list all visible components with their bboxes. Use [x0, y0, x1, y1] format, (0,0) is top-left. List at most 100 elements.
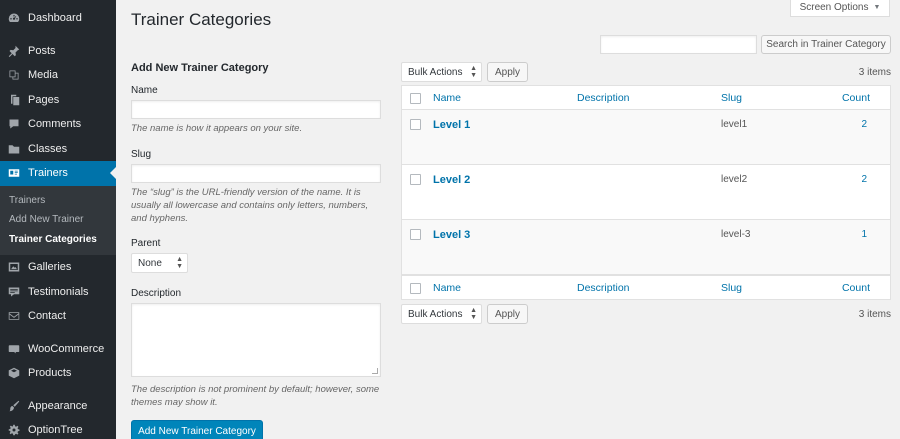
menu-label: Comments	[28, 118, 82, 131]
category-name-link[interactable]: Level 3	[433, 229, 470, 241]
menu-item-testimonials[interactable]: Testimonials	[0, 280, 116, 305]
menu-item-products[interactable]: Products	[0, 361, 116, 386]
menu-item-posts[interactable]: Posts	[0, 39, 116, 64]
menu-item-appearance[interactable]: Appearance	[0, 394, 116, 419]
menu-item-pages[interactable]: Pages	[0, 88, 116, 113]
parent-select[interactable]: None ▲ ▼	[131, 253, 188, 273]
menu-label: Trainers	[28, 167, 68, 180]
menu-item-dashboard[interactable]: Dashboard	[0, 6, 116, 31]
caret-down-icon: ▼	[873, 4, 881, 11]
pages-icon	[7, 93, 21, 107]
category-count-link[interactable]: 2	[861, 119, 867, 130]
column-count-footer[interactable]: Count	[842, 282, 870, 294]
menu-item-comments[interactable]: Comments	[0, 112, 116, 137]
tablenav-top: Bulk Actions ▲ ▼ Apply 3 items	[401, 62, 891, 82]
screen-options-button[interactable]: Screen Options ▼	[790, 0, 890, 17]
submenu-item-trainer-categories[interactable]: Trainer Categories	[0, 230, 116, 250]
gallery-icon	[7, 260, 21, 274]
pushpin-icon	[7, 44, 21, 58]
menu-label: OptionTree	[28, 424, 83, 437]
row-checkbox[interactable]	[410, 119, 421, 130]
bulk-actions-value: Bulk Actions	[408, 308, 463, 320]
row-checkbox[interactable]	[410, 174, 421, 185]
select-arrows-icon: ▲ ▼	[470, 65, 477, 79]
menu-label: Contact	[28, 310, 66, 323]
add-category-form: Add New Trainer Category Name The name i…	[131, 62, 381, 439]
table-header-row: Name Description Slug Count	[402, 86, 890, 110]
select-all-checkbox[interactable]	[410, 93, 421, 104]
apply-button[interactable]: Apply	[487, 304, 528, 324]
name-label: Name	[131, 85, 158, 96]
select-arrows-icon: ▲ ▼	[470, 307, 477, 321]
menu-label: Posts	[28, 44, 56, 57]
menu-label: Media	[28, 69, 58, 82]
search-button[interactable]: Search in Trainer Category	[761, 35, 891, 54]
slug-input[interactable]	[131, 164, 381, 183]
description-help-text: The description is not prominent by defa…	[131, 384, 380, 408]
select-arrows-icon: ▲ ▼	[176, 256, 183, 270]
category-count-link[interactable]: 2	[861, 174, 867, 185]
bulk-actions-select[interactable]: Bulk Actions ▲ ▼	[401, 304, 482, 324]
column-name-header[interactable]: Name	[433, 92, 461, 104]
bulk-actions-select[interactable]: Bulk Actions ▲ ▼	[401, 62, 482, 82]
table-row: Level 3 level-3 1	[402, 220, 890, 275]
comment-icon	[7, 117, 21, 131]
categories-table: Name Description Slug Count Level 1 leve…	[401, 85, 891, 300]
category-name-link[interactable]: Level 2	[433, 174, 470, 186]
items-count: 3 items	[858, 66, 891, 78]
menu-item-galleries[interactable]: Galleries	[0, 255, 116, 280]
id-card-icon	[7, 166, 21, 180]
category-slug: level1	[721, 119, 748, 130]
apply-button[interactable]: Apply	[487, 62, 528, 82]
paintbrush-icon	[7, 399, 21, 413]
table-row: Level 2 level2 2	[402, 165, 890, 220]
testimonial-icon	[7, 285, 21, 299]
menu-item-classes[interactable]: Classes	[0, 137, 116, 162]
table-footer-row: Name Description Slug Count	[402, 275, 890, 299]
column-description-footer[interactable]: Description	[577, 282, 630, 294]
column-slug-footer[interactable]: Slug	[721, 282, 742, 294]
row-checkbox[interactable]	[410, 229, 421, 240]
items-count: 3 items	[858, 308, 891, 320]
admin-sidebar: Dashboard Posts Media Pages Comments Cla…	[0, 0, 116, 439]
category-count-link[interactable]: 1	[861, 229, 867, 240]
slug-help-text: The “slug” is the URL-friendly version o…	[131, 187, 369, 224]
main-content: Screen Options ▼ Trainer Categories Sear…	[116, 0, 900, 439]
menu-item-media[interactable]: Media	[0, 63, 116, 88]
submenu-item-add-new-trainer[interactable]: Add New Trainer	[0, 210, 116, 230]
menu-label: Classes	[28, 142, 68, 155]
category-slug: level2	[721, 174, 748, 185]
bulk-actions-value: Bulk Actions	[408, 66, 463, 78]
menu-item-contact[interactable]: Contact	[0, 304, 116, 329]
name-input[interactable]	[131, 100, 381, 119]
menu-label: Dashboard	[28, 12, 82, 25]
menu-label: Products	[28, 367, 72, 380]
page-title: Trainer Categories	[131, 10, 272, 29]
description-label: Description	[131, 288, 182, 299]
form-title: Add New Trainer Category	[131, 62, 269, 74]
submenu-item-trainers[interactable]: Trainers	[0, 191, 116, 211]
menu-item-trainers[interactable]: Trainers	[0, 161, 116, 186]
add-new-category-button[interactable]: Add New Trainer Category	[131, 420, 263, 439]
woocommerce-icon	[7, 342, 21, 356]
menu-item-optiontree[interactable]: OptionTree	[0, 418, 116, 439]
archive-icon	[7, 366, 21, 380]
table-row: Level 1 level1 2	[402, 110, 890, 165]
select-all-checkbox[interactable]	[410, 283, 421, 294]
media-icon	[7, 68, 21, 82]
menu-label: Galleries	[28, 261, 72, 274]
screen-options-label: Screen Options	[799, 2, 869, 13]
category-slug: level-3	[721, 229, 751, 240]
category-name-link[interactable]: Level 1	[433, 119, 470, 131]
dashboard-icon	[7, 11, 21, 25]
resize-handle-icon[interactable]	[372, 368, 378, 374]
search-input[interactable]	[600, 35, 757, 54]
menu-label: Pages	[28, 93, 60, 106]
description-textarea[interactable]	[131, 303, 381, 377]
name-help-text: The name is how it appears on your site.	[131, 123, 303, 134]
column-name-footer[interactable]: Name	[433, 282, 461, 294]
column-description-header[interactable]: Description	[577, 92, 630, 104]
column-count-header[interactable]: Count	[842, 92, 870, 104]
column-slug-header[interactable]: Slug	[721, 92, 742, 104]
menu-item-woocommerce[interactable]: WooCommerce	[0, 337, 116, 362]
